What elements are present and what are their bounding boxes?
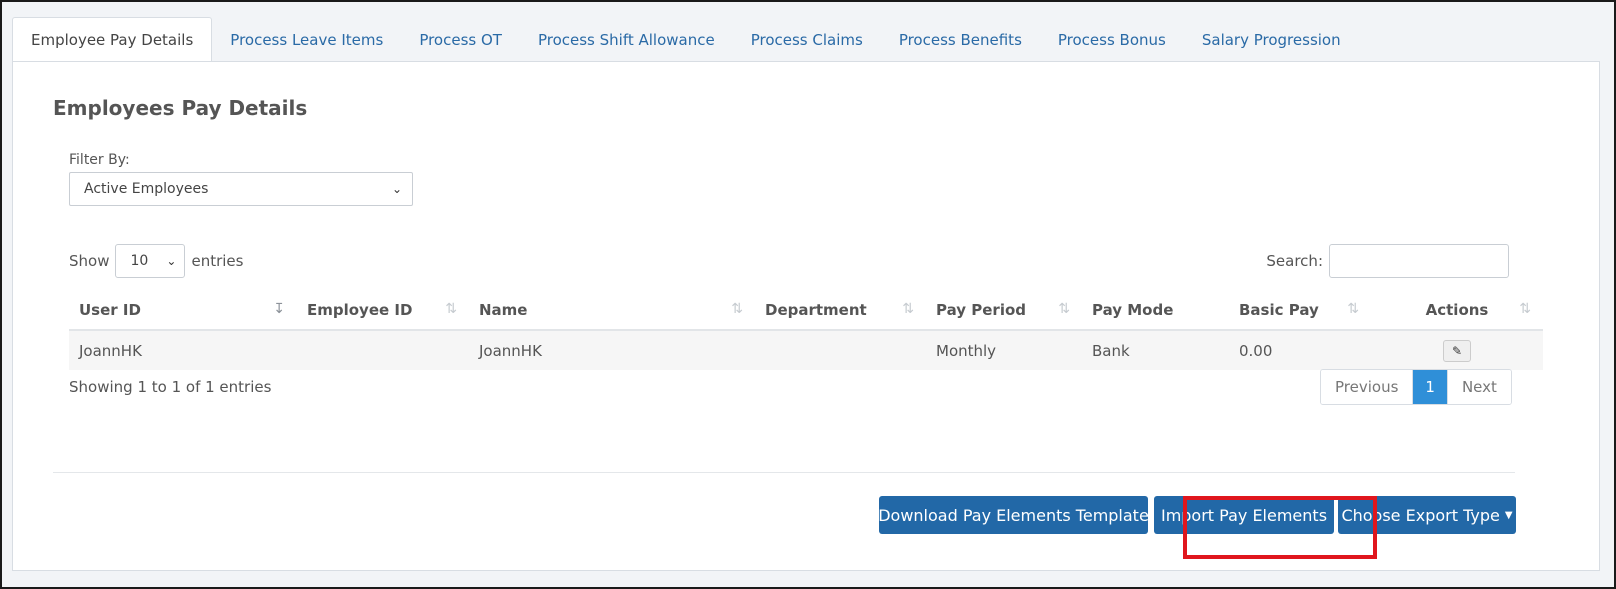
column-header-label: Pay Period bbox=[936, 300, 1026, 319]
sort-icon: ⇅ bbox=[445, 301, 457, 317]
tab-salary-progression[interactable]: Salary Progression bbox=[1184, 17, 1359, 62]
entries-length-select[interactable]: 10 ⌄ bbox=[115, 244, 186, 278]
table-header-row: User ID ↧ Employee ID ⇅ Name ⇅ Department ⇅ … bbox=[69, 290, 1543, 331]
cell-basic-pay: 0.00 bbox=[1229, 330, 1371, 370]
pencil-icon: ✎ bbox=[1451, 343, 1463, 358]
column-header-employee-id[interactable]: Employee ID ⇅ bbox=[297, 290, 469, 331]
entries-length-control: Show 10 ⌄ entries bbox=[69, 244, 243, 278]
column-header-name[interactable]: Name ⇅ bbox=[469, 290, 755, 331]
download-pay-elements-template-button[interactable]: Download Pay Elements Template bbox=[878, 496, 1149, 534]
entries-length-value: 10 bbox=[130, 253, 149, 269]
column-header-label: Department bbox=[765, 300, 867, 319]
tab-process-shift-allowance[interactable]: Process Shift Allowance bbox=[520, 17, 733, 62]
highlight-box bbox=[1183, 496, 1377, 559]
sort-ascending-icon: ↧ bbox=[273, 301, 285, 317]
column-header-label: Employee ID bbox=[307, 300, 413, 319]
cell-employee-id bbox=[297, 330, 469, 370]
cell-pay-mode: Bank bbox=[1082, 330, 1229, 370]
column-header-pay-period[interactable]: Pay Period ⇅ bbox=[926, 290, 1082, 331]
chevron-down-icon: ⌄ bbox=[166, 254, 177, 268]
button-label: Download Pay Elements Template bbox=[878, 505, 1149, 525]
tab-process-bonus[interactable]: Process Bonus bbox=[1040, 17, 1184, 62]
sort-icon: ⇅ bbox=[1519, 301, 1531, 317]
cell-actions: ✎ bbox=[1371, 330, 1543, 370]
cell-department bbox=[755, 330, 926, 370]
tab-bar: Employee Pay Details Process Leave Items… bbox=[12, 17, 1359, 62]
column-header-label: Actions bbox=[1425, 300, 1489, 319]
divider bbox=[53, 472, 1515, 473]
filter-label: Filter By: bbox=[69, 152, 130, 168]
table-info: Showing 1 to 1 of 1 entries bbox=[69, 378, 272, 396]
search-label: Search: bbox=[1266, 252, 1323, 270]
page-title: Employees Pay Details bbox=[53, 96, 308, 120]
column-header-actions[interactable]: Actions ⇅ bbox=[1371, 290, 1543, 331]
column-header-label: Pay Mode bbox=[1092, 300, 1174, 319]
column-header-label: Name bbox=[479, 300, 528, 319]
table-row: JoannHK JoannHK Monthly Bank 0.00 ✎ bbox=[69, 330, 1543, 370]
tab-employee-pay-details[interactable]: Employee Pay Details bbox=[12, 17, 213, 62]
tab-panel: Employees Pay Details Filter By: Active … bbox=[12, 61, 1600, 571]
sort-icon: ⇅ bbox=[902, 301, 914, 317]
chevron-down-icon: ⌄ bbox=[391, 182, 402, 196]
sort-icon: ⇅ bbox=[1347, 301, 1359, 317]
column-header-pay-mode[interactable]: Pay Mode bbox=[1082, 290, 1229, 331]
tab-process-benefits[interactable]: Process Benefits bbox=[881, 17, 1040, 62]
sort-icon: ⇅ bbox=[1058, 301, 1070, 317]
pagination-previous[interactable]: Previous bbox=[1321, 370, 1413, 404]
pagination-page-1[interactable]: 1 bbox=[1412, 370, 1447, 404]
show-label: Show bbox=[69, 252, 110, 270]
search-input[interactable] bbox=[1329, 244, 1509, 278]
column-header-user-id[interactable]: User ID ↧ bbox=[69, 290, 297, 331]
cell-name: JoannHK bbox=[469, 330, 755, 370]
column-header-label: User ID bbox=[79, 300, 141, 319]
search-control: Search: bbox=[1266, 244, 1509, 278]
tab-process-leave-items[interactable]: Process Leave Items bbox=[212, 17, 401, 62]
employees-table: User ID ↧ Employee ID ⇅ Name ⇅ Department ⇅ … bbox=[69, 290, 1543, 370]
edit-button[interactable]: ✎ bbox=[1443, 339, 1471, 362]
caret-down-icon: ▼ bbox=[1504, 509, 1513, 521]
column-header-department[interactable]: Department ⇅ bbox=[755, 290, 926, 331]
column-header-basic-pay[interactable]: Basic Pay ⇅ bbox=[1229, 290, 1371, 331]
filter-select-value: Active Employees bbox=[84, 181, 209, 197]
pagination: Previous 1 Next bbox=[1320, 369, 1512, 405]
sort-icon: ⇅ bbox=[731, 301, 743, 317]
filter-select[interactable]: Active Employees ⌄ bbox=[69, 172, 413, 206]
entries-label: entries bbox=[191, 252, 244, 270]
cell-user-id: JoannHK bbox=[69, 330, 297, 370]
cell-pay-period: Monthly bbox=[926, 330, 1082, 370]
app-frame: Employee Pay Details Process Leave Items… bbox=[0, 0, 1616, 589]
pagination-next[interactable]: Next bbox=[1446, 370, 1511, 404]
column-header-label: Basic Pay bbox=[1239, 300, 1319, 319]
tab-process-ot[interactable]: Process OT bbox=[401, 17, 520, 62]
tab-process-claims[interactable]: Process Claims bbox=[733, 17, 881, 62]
